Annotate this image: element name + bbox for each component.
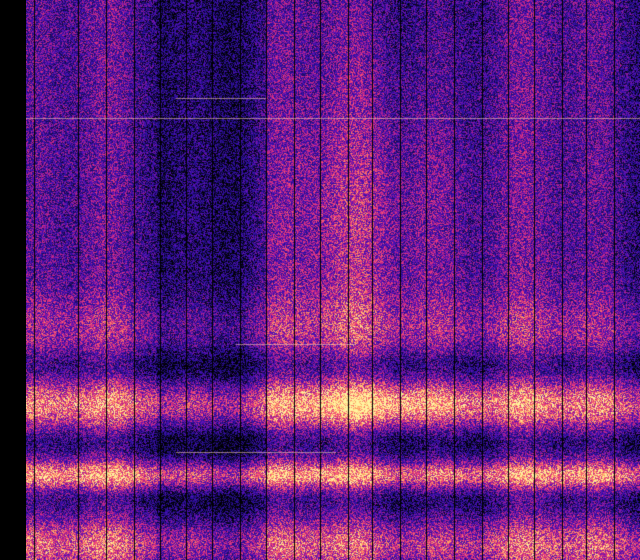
spectrogram-heatmap[interactable]	[26, 0, 640, 560]
spectrogram-viewer	[0, 0, 640, 560]
left-margin	[0, 0, 26, 560]
